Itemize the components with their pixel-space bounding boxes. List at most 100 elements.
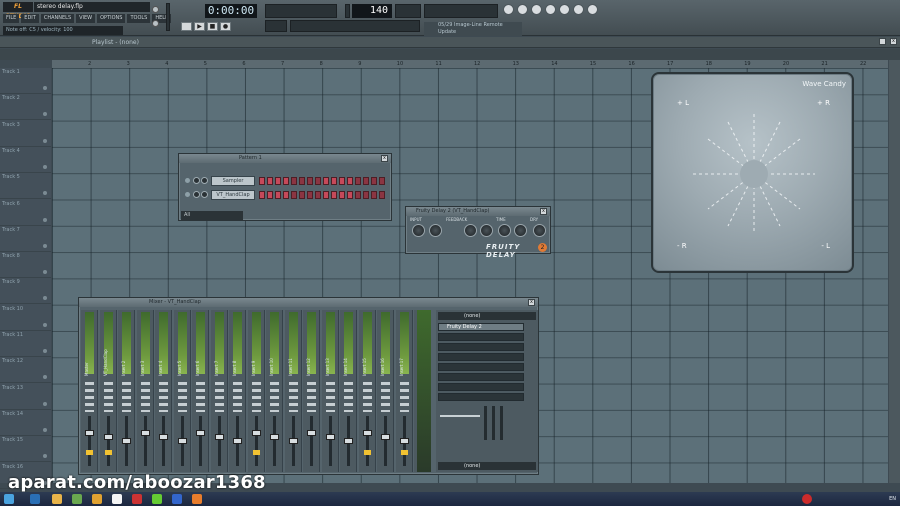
step-button[interactable] xyxy=(291,177,297,185)
step-button[interactable] xyxy=(299,191,305,199)
volume-fader[interactable] xyxy=(365,416,369,466)
menu-tools[interactable]: TOOLS xyxy=(127,14,151,23)
menu-options[interactable]: OPTIONS xyxy=(97,14,126,23)
volume-fader[interactable] xyxy=(162,416,165,466)
fader-handle[interactable] xyxy=(270,434,279,440)
input-select[interactable]: (none) xyxy=(438,312,536,320)
track-mute-led[interactable] xyxy=(43,191,47,196)
step-button[interactable] xyxy=(363,177,369,185)
master-volume-knob[interactable] xyxy=(152,6,159,13)
mixer-icon[interactable] xyxy=(559,4,570,15)
step-button[interactable] xyxy=(283,177,289,185)
stereo-offset-knob[interactable] xyxy=(514,224,527,237)
mixer-strip[interactable]: Insert 3 xyxy=(136,310,154,472)
feedback-knob[interactable] xyxy=(464,224,477,237)
playlist-window-icon[interactable] xyxy=(503,4,514,15)
playlist-maximize-button[interactable] xyxy=(879,38,886,45)
fx-slot-6[interactable] xyxy=(438,373,524,381)
volume-fader[interactable] xyxy=(199,416,202,466)
ie-icon[interactable] xyxy=(30,494,40,504)
step-button[interactable] xyxy=(355,177,361,185)
route-indicator[interactable] xyxy=(104,450,112,455)
step-button[interactable] xyxy=(355,191,361,199)
pan-knob[interactable] xyxy=(159,382,168,412)
browser-icon[interactable] xyxy=(545,4,556,15)
step-button[interactable] xyxy=(275,191,281,199)
route-indicator[interactable] xyxy=(363,450,371,455)
channel-active-led[interactable] xyxy=(185,192,190,197)
track-mute-led[interactable] xyxy=(43,217,47,222)
menu-edit[interactable]: EDIT xyxy=(21,14,39,23)
pan-knob[interactable] xyxy=(288,382,298,412)
track-header[interactable]: Track 9 xyxy=(0,278,51,305)
step-button[interactable] xyxy=(347,191,353,199)
volume-fader[interactable] xyxy=(254,416,258,466)
track-mute-led[interactable] xyxy=(43,243,47,248)
app-icon[interactable] xyxy=(172,494,182,504)
fader-handle[interactable] xyxy=(344,438,353,444)
track-mute-led[interactable] xyxy=(43,86,47,90)
pan-knob[interactable] xyxy=(381,382,390,412)
mixer-strip[interactable]: Insert 14 xyxy=(340,310,357,472)
track-header[interactable]: Track 14 xyxy=(0,410,51,436)
pan-knob[interactable] xyxy=(103,382,113,412)
fader-handle[interactable] xyxy=(140,430,150,436)
fader-handle[interactable] xyxy=(159,434,168,440)
step-button[interactable] xyxy=(339,191,345,199)
step-button[interactable] xyxy=(379,191,385,199)
volume-fader[interactable] xyxy=(273,416,276,466)
track-header[interactable]: Track 7 xyxy=(0,226,51,252)
playlist-toolbar[interactable] xyxy=(0,49,900,60)
volume-fader[interactable] xyxy=(106,416,110,466)
step-button[interactable] xyxy=(283,191,289,199)
mixer-strip[interactable]: Insert 4 xyxy=(155,310,172,472)
media-player-icon[interactable] xyxy=(72,494,82,504)
channel-rack-close-button[interactable]: x xyxy=(381,155,388,162)
mixer-strip[interactable]: Insert 5 xyxy=(173,310,191,472)
track-header[interactable]: Track 1 xyxy=(0,68,51,94)
pattern-selector[interactable] xyxy=(395,4,421,18)
pan-knob[interactable] xyxy=(85,382,94,412)
track-header[interactable]: Track 15 xyxy=(0,436,51,463)
track-header[interactable]: Track 5 xyxy=(0,173,51,200)
fader-handle[interactable] xyxy=(196,430,205,436)
step-button[interactable] xyxy=(363,191,369,199)
volume-fader[interactable] xyxy=(384,416,387,466)
pan-knob[interactable] xyxy=(362,382,372,412)
pan-knob[interactable] xyxy=(214,382,224,412)
track-header[interactable]: Track 12 xyxy=(0,357,51,384)
pan-knob[interactable] xyxy=(270,382,279,412)
channel-rack-titlebar[interactable]: Pattern 1 xyxy=(179,154,391,163)
fader-handle[interactable] xyxy=(103,434,113,440)
channel-button-sampler[interactable]: Sampler xyxy=(211,176,255,186)
step-button[interactable] xyxy=(307,191,313,199)
playlist-scrollbar[interactable] xyxy=(889,60,900,483)
playlist-ruler[interactable]: 234567891011121314151617181920212223 xyxy=(52,60,900,68)
mixer-strip[interactable]: Insert 15 xyxy=(358,310,376,472)
fader-handle[interactable] xyxy=(362,430,372,436)
pan-knob[interactable] xyxy=(344,382,353,412)
channel-pan-knob[interactable] xyxy=(193,191,200,198)
track-header[interactable]: Track 2 xyxy=(0,94,51,121)
tray-record-icon[interactable] xyxy=(802,494,812,504)
mixer-strip[interactable]: Insert 17 xyxy=(395,310,413,472)
step-button[interactable] xyxy=(371,177,377,185)
volume-fader[interactable] xyxy=(310,416,313,466)
pan-knob[interactable] xyxy=(251,382,261,412)
step-button[interactable] xyxy=(259,191,265,199)
playlist-close-button[interactable]: x xyxy=(890,38,897,45)
mixer-strip[interactable]: Insert 2 xyxy=(118,310,135,472)
step-button[interactable] xyxy=(259,177,265,185)
pan-knob[interactable] xyxy=(307,382,316,412)
mixer-strip[interactable]: Insert 7 xyxy=(210,310,228,472)
step-button[interactable] xyxy=(371,191,377,199)
track-mute-led[interactable] xyxy=(43,427,47,432)
step-button[interactable] xyxy=(307,177,313,185)
step-button[interactable] xyxy=(275,177,281,185)
online-icon[interactable] xyxy=(573,4,584,15)
step-button[interactable] xyxy=(331,177,337,185)
eq-band-fader[interactable] xyxy=(500,406,503,440)
mixer-strip[interactable]: Insert 16 xyxy=(377,310,394,472)
fx-slot-8[interactable] xyxy=(438,393,524,401)
channel-active-led[interactable] xyxy=(185,178,190,183)
